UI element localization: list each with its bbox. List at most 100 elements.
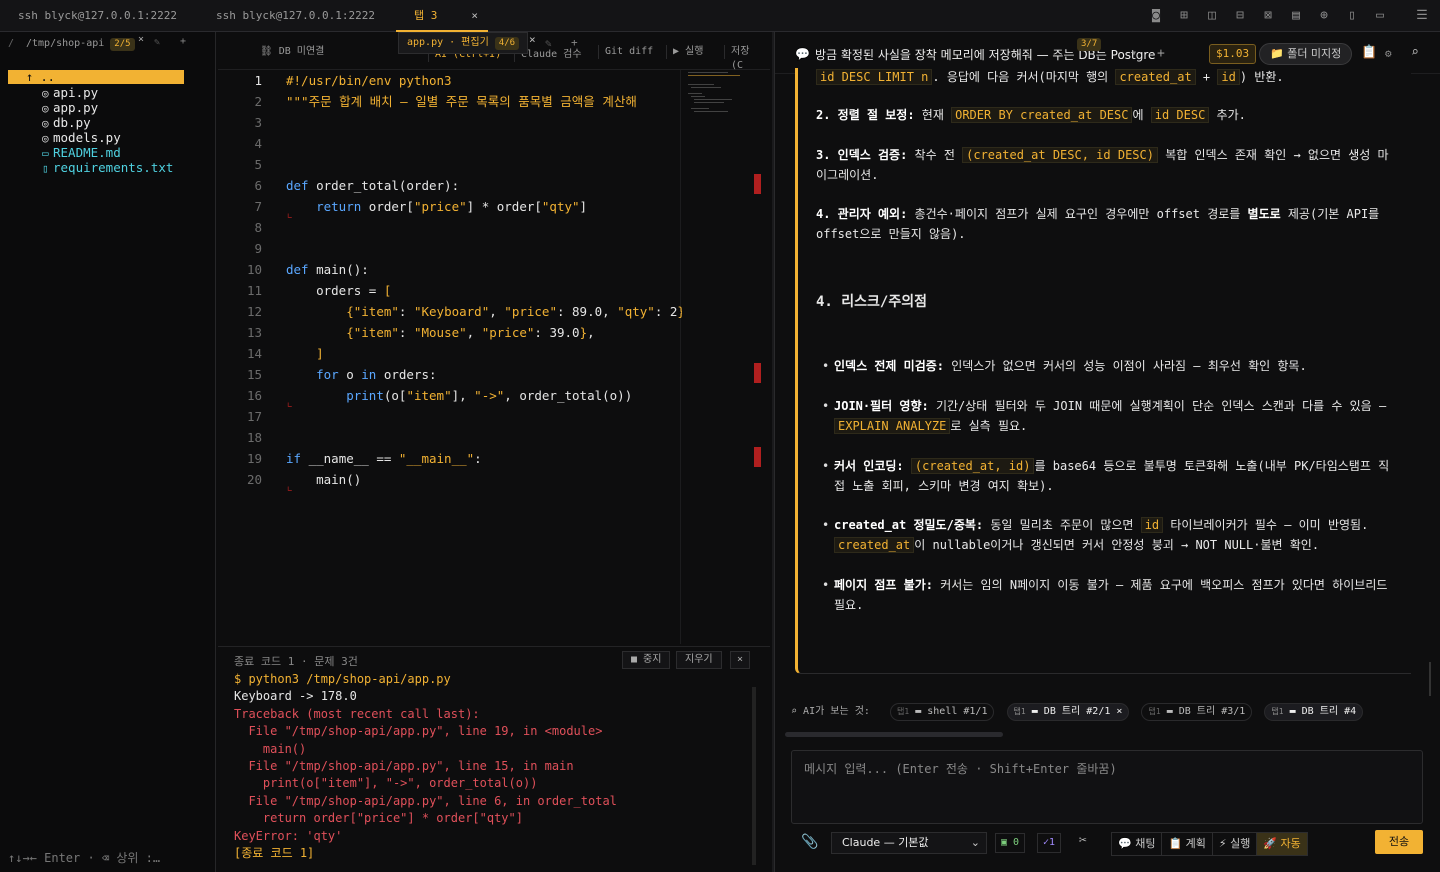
context-scrollbar[interactable] [785, 732, 1003, 737]
line-number: 12 [246, 304, 262, 319]
tab-ssh-1[interactable]: ssh blyck@127.0.0.1:2222 [0, 0, 200, 32]
context-count-button[interactable]: ▣ 0 [995, 833, 1026, 853]
tools-icon[interactable]: ✂ [1079, 833, 1087, 848]
clear-button[interactable]: 지우기 [676, 651, 722, 669]
stop-button[interactable]: ■ 중지 [622, 651, 671, 669]
error-squiggle: ⌞ [286, 478, 294, 493]
file-item[interactable]: ◎ app.py [42, 100, 98, 116]
camera-icon[interactable]: ◙ [1148, 9, 1164, 23]
minimap[interactable] [688, 70, 742, 130]
folder-button[interactable]: 📁 폴더 미지정 [1259, 43, 1353, 65]
terminal-line: return order["price"] * order["qty"] [234, 811, 523, 826]
code-line: for o in orders: [316, 367, 437, 382]
file-name: models.py [53, 130, 121, 145]
model-select[interactable]: Claude — 기본값 ⌄ [831, 832, 987, 854]
menu-icon[interactable]: ☰ [1414, 9, 1430, 23]
line-number: 6 [254, 178, 262, 193]
close-terminal-button[interactable]: × [730, 651, 751, 669]
add-icon[interactable]: + [571, 36, 578, 49]
file-item[interactable]: ◎ models.py [42, 130, 121, 146]
split-horizontal-icon[interactable]: ⊟ [1232, 9, 1248, 23]
file-name: README.md [53, 145, 121, 160]
context-chip-db-tree-2[interactable]: 탭1 ▬ DB 트리 #2/1 × [1006, 703, 1130, 721]
parent-directory[interactable]: ↑ .. [8, 70, 184, 84]
list-item: • 페이지 점프 불가: 커서는 임의 N페이지 이동 불가 — 제품 요구에 백… [822, 576, 1398, 615]
terminal-scrollbar[interactable] [752, 687, 756, 865]
message-input[interactable]: 메시지 입력... (Enter 전송 · Shift+Enter 줄바꿈) [791, 750, 1423, 824]
database-icon[interactable]: ▤ [1288, 9, 1304, 23]
add-icon[interactable]: + [1157, 46, 1165, 61]
tab-3[interactable]: 탭 3 × [396, 0, 488, 32]
exit-status: 종료 코드 1 · 문제 3건 [234, 655, 358, 668]
message-text: id DESC LIMIT n. 응답에 다음 커서(마지막 행의 create… [816, 68, 1396, 88]
pin-icon[interactable]: ✎ [154, 37, 160, 48]
chevron-down-icon[interactable]: ▾ [1131, 48, 1137, 59]
chevron-down-icon: ⌄ [970, 836, 980, 849]
code-area[interactable]: #!/usr/bin/env python3 """주문 합계 배치 — 일별 … [286, 70, 682, 644]
run-button[interactable]: ▶ 실행 [666, 45, 709, 59]
chip-label: DB 트리 #4 [1301, 706, 1357, 717]
split-vertical-icon[interactable]: ◫ [1204, 9, 1220, 23]
file-item[interactable]: ▭ README.md [42, 145, 121, 161]
error-marker[interactable] [754, 174, 761, 194]
chat-scrollbar[interactable] [1429, 662, 1431, 696]
list-item: 2. 정렬 절 보정: 현재 ORDER BY created_at DESC 에… [816, 106, 1396, 126]
mode-plan[interactable]: 📋 계획 [1162, 833, 1213, 855]
tab-label: 탭 3 [414, 9, 438, 22]
chat-title[interactable]: 방금 확정된 사실을 장착 메모리에 저장해줘 — 주는 DB는 Postgre [815, 46, 1155, 63]
mode-chat[interactable]: 💬 채팅 [1112, 833, 1163, 855]
send-button[interactable]: 전송 [1375, 830, 1423, 854]
file-item[interactable]: ◎ db.py [42, 115, 91, 131]
list-item: • JOIN·필터 영향: 기간/상태 필터와 두 JOIN 때문에 실행계획이 … [822, 397, 1398, 436]
error-marker[interactable] [754, 363, 761, 383]
gear-icon[interactable]: ⚙ [1385, 47, 1392, 60]
close-tab-icon[interactable]: × [471, 0, 478, 32]
item-heading: created_at 정밀도/중복: [834, 518, 984, 532]
attach-icon[interactable]: 📎 [801, 834, 818, 850]
clipboard-icon[interactable]: 📋 [1361, 45, 1377, 60]
close-icon[interactable]: × [529, 33, 536, 46]
ai-context-bar: ⌕ AI가 보는 것: 탭1 ▬ shell #1/1 탭1 ▬ DB 트리 #… [791, 702, 1440, 722]
tab-ssh-2[interactable]: ssh blyck@127.0.0.1:2222 [198, 0, 388, 32]
terminal-icon: ▬ [915, 706, 922, 717]
section-heading: 4. 리스크/주의점 [816, 294, 927, 310]
mode-execute[interactable]: ⚡ 실행 [1213, 833, 1258, 855]
toolbar-icons: ◙ ⊞ ◫ ⊟ ⊠ ▤ ⊕ ▯ ▭ ☰ [1148, 0, 1430, 32]
add-pane-icon[interactable]: ⊞ [1176, 9, 1192, 23]
save-button[interactable]: 저장 (C [724, 45, 770, 71]
line-number: 19 [246, 451, 262, 466]
chip-label: shell #1/1 [927, 706, 988, 717]
pane-file-label: app.py · 편집기 [407, 37, 489, 48]
mode-auto[interactable]: 🚀 자동 [1257, 833, 1307, 855]
add-icon[interactable]: + [180, 36, 186, 47]
bullet: • [822, 518, 830, 532]
file-item[interactable]: ▯ requirements.txt [42, 160, 173, 176]
code-line: {"item": "Keyboard", "price": 89.0, "qty… [346, 304, 682, 319]
search-icon[interactable]: ⌕ [1411, 45, 1419, 60]
close-icon[interactable]: × [138, 34, 144, 45]
db-connection-button[interactable]: ⛓ DB 미연결 [254, 45, 330, 59]
close-pane-icon[interactable]: ⊠ [1260, 9, 1276, 23]
context-chip-shell[interactable]: 탭1 ▬ shell #1/1 [889, 703, 995, 721]
inline-code: id DESC [1150, 107, 1210, 123]
chat-bubble-icon: 💬 [795, 47, 810, 61]
text: ) 반환. [1239, 70, 1284, 84]
check-count-button[interactable]: ✓1 [1037, 833, 1062, 853]
context-chip-db-tree-4[interactable]: 탭1 ▬ DB 트리 #4 [1264, 703, 1364, 721]
context-chip-db-tree-3[interactable]: 탭1 ▬ DB 트리 #3/1 [1141, 703, 1253, 721]
tab-tag: 탭1 [1148, 707, 1161, 716]
file-item[interactable]: ◎ api.py [42, 85, 98, 101]
tree-icon: ▬ [1289, 706, 1296, 717]
bookmark-icon[interactable]: ▯ [1344, 9, 1360, 23]
error-marker[interactable] [754, 447, 761, 467]
line-number: 5 [254, 157, 262, 172]
bullet: • [822, 359, 830, 373]
globe-icon[interactable]: ⊕ [1316, 9, 1332, 23]
pin-icon[interactable]: ✎ [545, 37, 552, 50]
python-icon: ◎ [42, 87, 49, 100]
line-number: 7 [254, 199, 262, 214]
window-icon[interactable]: ▭ [1372, 9, 1388, 23]
git-diff-button[interactable]: Git diff [598, 45, 659, 59]
close-icon[interactable]: × [1116, 706, 1122, 717]
code-editor: ⛓ DB 미연결 AI (Ctrl+I) Claude 검수 Git diff … [218, 32, 770, 644]
